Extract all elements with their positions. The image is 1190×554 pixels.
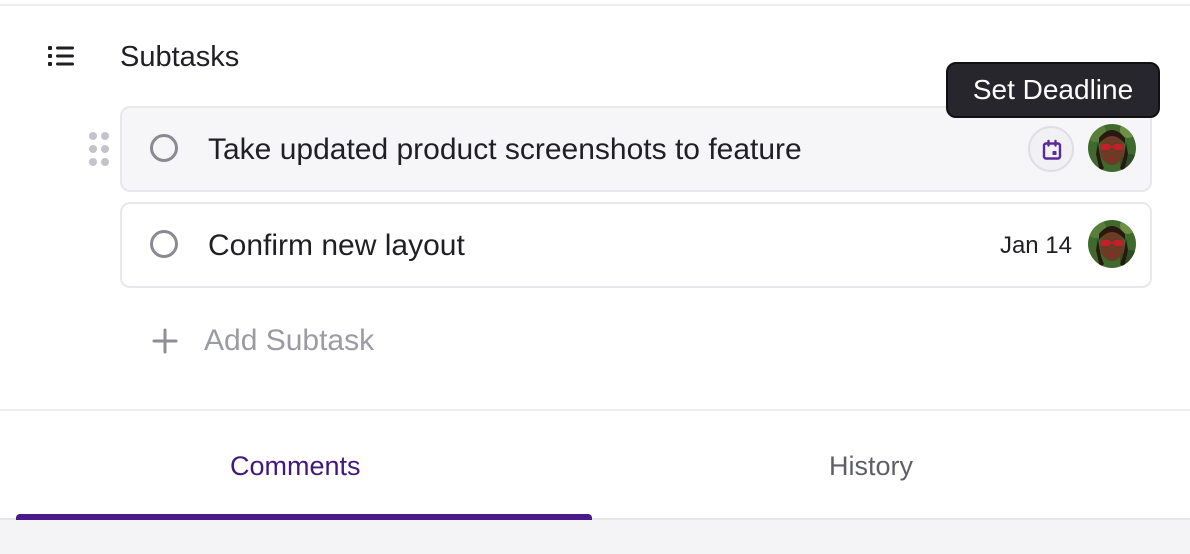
tab-comments[interactable]: Comments [230,446,361,486]
complete-checkbox[interactable] [150,230,178,258]
tab-history[interactable]: History [829,446,913,486]
top-divider [0,4,1190,6]
subtask-title[interactable]: Take updated product screenshots to feat… [208,130,802,170]
subtasks-panel: Subtasks Take updated product screenshot… [0,0,1190,554]
assignee-avatar[interactable] [1088,220,1136,268]
tab-content-area [0,518,1190,554]
subtask-row[interactable]: Take updated product screenshots to feat… [120,106,1152,192]
subtask-title[interactable]: Confirm new layout [208,226,465,266]
calendar-icon [1042,139,1062,160]
tabs-divider [0,409,1190,411]
assignee-avatar[interactable] [1088,124,1136,172]
due-date[interactable]: Jan 14 [1000,230,1072,262]
add-subtask-button[interactable]: Add Subtask [150,318,374,364]
set-deadline-button[interactable] [1028,126,1074,172]
list-icon [48,46,74,66]
drag-handle-icon[interactable] [86,130,112,168]
section-title: Subtasks [120,41,240,73]
set-deadline-tooltip: Set Deadline [946,62,1160,118]
complete-checkbox[interactable] [150,134,178,162]
subtask-row[interactable]: Confirm new layout Jan 14 [120,202,1152,288]
active-tab-indicator [16,514,592,520]
add-subtask-label: Add Subtask [204,324,375,357]
plus-icon [152,328,178,354]
